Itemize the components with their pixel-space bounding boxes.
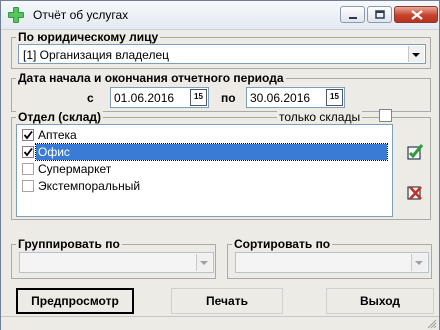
- list-item-label: Аптека: [38, 128, 77, 142]
- date-from-label: с: [87, 91, 94, 105]
- chevron-down-icon[interactable]: [196, 254, 212, 271]
- calendar-icon[interactable]: 15: [326, 89, 343, 106]
- status-bar: [1, 316, 439, 330]
- calendar-icon[interactable]: 15: [190, 89, 207, 106]
- maximize-button[interactable]: [367, 6, 392, 23]
- list-item-label: Супермаркет: [38, 162, 112, 176]
- date-from-value: 01.06.2016: [114, 91, 175, 105]
- period-label: Дата начала и окончания отчетного период…: [16, 71, 286, 85]
- minimize-icon: [349, 17, 357, 19]
- departments-label: Отдел (склад): [16, 110, 104, 124]
- chevron-down-icon[interactable]: [411, 254, 427, 271]
- list-item[interactable]: Офис: [18, 143, 391, 161]
- legal-entity-select[interactable]: [1] Организация владелец: [18, 44, 426, 64]
- checkbox-unchecked[interactable]: [22, 180, 34, 192]
- exit-button[interactable]: Выход: [326, 288, 434, 314]
- list-item-label: Офис: [35, 143, 388, 161]
- departments-list[interactable]: Аптека Офис Супермаркет Экстемпоральный: [16, 124, 393, 217]
- sort-by-select[interactable]: [235, 252, 429, 273]
- uncheck-all-icon[interactable]: [406, 183, 424, 201]
- list-item[interactable]: Аптека: [18, 127, 391, 143]
- print-button[interactable]: Печать: [171, 288, 283, 314]
- date-to-field[interactable]: 30.06.2016 15: [246, 87, 345, 108]
- date-from-field[interactable]: 01.06.2016 15: [110, 87, 209, 108]
- group-by-select[interactable]: [19, 252, 214, 273]
- list-item-label: Экстемпоральный: [38, 179, 141, 193]
- legal-entity-label: По юридическому лицу: [16, 30, 161, 44]
- checkbox-checked[interactable]: [22, 146, 34, 158]
- title-bar[interactable]: Отчёт об услугах: [1, 1, 439, 30]
- chevron-down-icon[interactable]: [408, 46, 424, 62]
- only-warehouses-checkbox[interactable]: [379, 109, 392, 122]
- group-by-label: Группировать по: [16, 237, 122, 251]
- green-plus-icon: [8, 7, 24, 23]
- only-warehouses-label: только склады: [277, 110, 363, 124]
- maximize-icon: [375, 10, 385, 19]
- close-button[interactable]: [394, 6, 438, 23]
- check-all-icon[interactable]: [406, 143, 424, 161]
- window-title: Отчёт об услугах: [33, 8, 129, 22]
- checkbox-unchecked[interactable]: [22, 163, 34, 175]
- date-to-value: 30.06.2016: [250, 91, 311, 105]
- minimize-button[interactable]: [340, 6, 365, 23]
- date-to-label: по: [221, 91, 236, 105]
- sort-by-label: Сортировать по: [232, 237, 333, 251]
- report-window: Отчёт об услугах По юридическому лицу [1…: [0, 0, 440, 330]
- resize-grip-icon[interactable]: [427, 319, 437, 329]
- list-item[interactable]: Супермаркет: [18, 161, 391, 177]
- preview-button[interactable]: Предпросмотр: [16, 288, 134, 314]
- checkbox-checked[interactable]: [22, 129, 34, 141]
- close-icon: [411, 10, 423, 20]
- legal-entity-value: [1] Организация владелец: [23, 48, 169, 62]
- list-item[interactable]: Экстемпоральный: [18, 178, 391, 194]
